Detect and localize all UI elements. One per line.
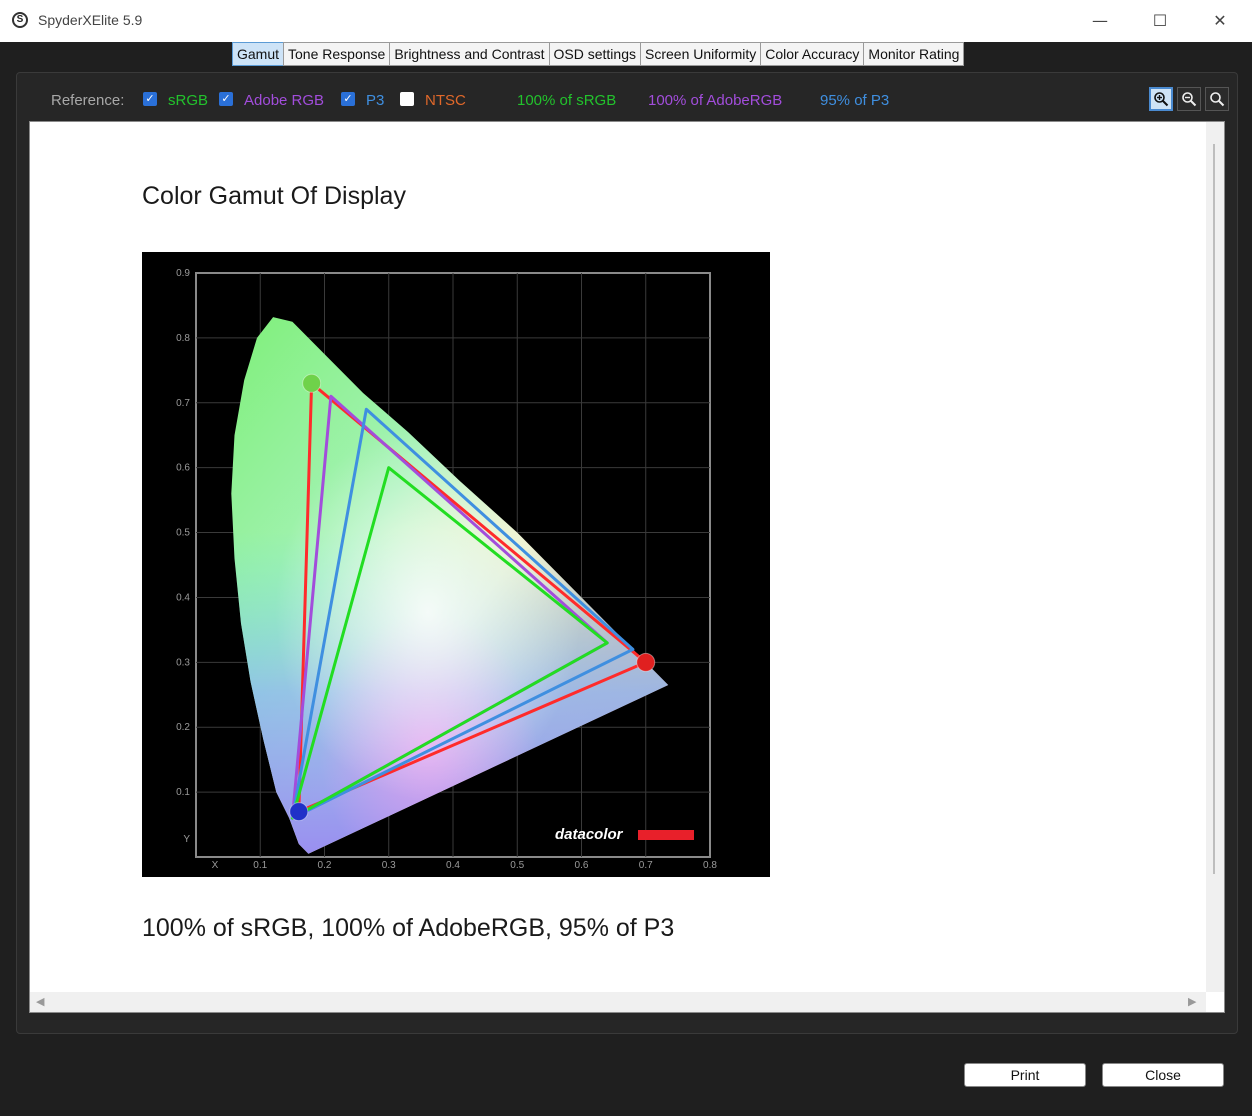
x-tick-label: 0.2 xyxy=(318,860,332,871)
zoom-out-icon xyxy=(1182,92,1197,107)
primary-point-1 xyxy=(636,652,656,672)
x-tick-label: 0.3 xyxy=(382,860,396,871)
tab-color-accuracy[interactable]: Color Accuracy xyxy=(760,42,865,66)
y-tick-label: 0.6 xyxy=(176,463,190,474)
minimize-icon[interactable]: — xyxy=(1077,6,1123,36)
x-tick-label: 0.4 xyxy=(446,860,460,871)
x-tick-label: 0.6 xyxy=(575,860,589,871)
vertical-scroll-thumb[interactable] xyxy=(1213,144,1215,874)
p3-result: 95% of P3 xyxy=(820,92,890,109)
ntsc-checkbox[interactable] xyxy=(400,92,414,106)
y-tick-label: 0.8 xyxy=(176,333,190,344)
x-tick-label: 0.7 xyxy=(639,860,653,871)
zoom-in-button[interactable] xyxy=(1149,87,1173,111)
tab-tone-response[interactable]: Tone Response xyxy=(283,42,391,66)
y-tick-label: 0.4 xyxy=(176,592,190,603)
x-tick-label: 0.5 xyxy=(510,860,524,871)
tab-screen-uniformity[interactable]: Screen Uniformity xyxy=(640,42,762,66)
tab-list: Gamut Tone Response Brightness and Contr… xyxy=(232,42,965,66)
datacolor-logo-bar xyxy=(638,830,694,840)
y-tick-label: 0.7 xyxy=(176,398,190,409)
tab-osd-settings[interactable]: OSD settings xyxy=(548,42,641,66)
p3-label: P3 xyxy=(366,92,385,109)
app-logo-icon: S xyxy=(12,12,28,28)
srgb-label: sRGB xyxy=(168,92,209,109)
y-tick-label: 0.1 xyxy=(176,787,190,798)
horizontal-scrollbar[interactable]: ◀ ▶ xyxy=(30,992,1206,1012)
p3-checkbox[interactable]: ✓ xyxy=(341,92,355,106)
scroll-left-icon[interactable]: ◀ xyxy=(36,995,44,1008)
window-title: SpyderXElite 5.9 xyxy=(38,12,143,28)
primary-point-2 xyxy=(289,802,309,822)
x-tick-label: 0.8 xyxy=(703,860,717,871)
vertical-scrollbar[interactable] xyxy=(1206,122,1224,992)
datacolor-watermark: datacolor xyxy=(555,826,624,843)
maximize-icon[interactable]: ☐ xyxy=(1137,6,1183,36)
title-bar: S SpyderXElite 5.9 — ☐ ✕ xyxy=(0,0,1252,43)
srgb-result: 100% of sRGB xyxy=(517,92,617,109)
tab-brightness-contrast[interactable]: Brightness and Contrast xyxy=(389,42,550,66)
adobe-rgb-checkbox[interactable]: ✓ xyxy=(219,92,233,106)
report-title: Color Gamut Of Display xyxy=(142,182,406,210)
scroll-right-icon[interactable]: ▶ xyxy=(1188,995,1196,1008)
zoom-controls xyxy=(1149,87,1229,111)
tab-bar: Gamut Tone Response Brightness and Contr… xyxy=(0,42,1252,68)
primary-point-0 xyxy=(302,373,322,393)
adobe-rgb-label: Adobe RGB xyxy=(244,92,325,109)
x-axis-label: X xyxy=(212,860,219,871)
y-axis-label: Y xyxy=(183,834,190,845)
print-button[interactable]: Print xyxy=(964,1063,1086,1087)
gamut-chart-svg: 0.1 0.2 0.3 0.4 0.5 0.6 0.7 0.8 0.1 0.2 0.3 0.4 0.5 0… xyxy=(176,268,717,871)
gamut-chart: 0.1 0.2 0.3 0.4 0.5 0.6 0.7 0.8 0.1 0.2 0.3 0.4 0.5 0… xyxy=(142,252,770,877)
y-tick-label: 0.3 xyxy=(176,657,190,668)
y-tick-label: 0.2 xyxy=(176,722,190,733)
srgb-checkbox[interactable]: ✓ xyxy=(143,92,157,106)
tab-monitor-rating[interactable]: Monitor Rating xyxy=(863,42,965,66)
gamut-summary: 100% of sRGB, 100% of AdobeRGB, 95% of P… xyxy=(142,914,675,942)
zoom-fit-button[interactable] xyxy=(1205,87,1229,111)
y-tick-label: 0.5 xyxy=(176,528,190,539)
ntsc-label: NTSC xyxy=(425,92,466,109)
zoom-out-button[interactable] xyxy=(1177,87,1201,111)
zoom-in-icon xyxy=(1154,92,1169,107)
adobe-rgb-result: 100% of AdobeRGB xyxy=(648,92,783,109)
y-tick-label: 0.9 xyxy=(176,268,190,279)
reference-label: Reference: xyxy=(51,92,125,109)
close-icon[interactable]: ✕ xyxy=(1197,6,1243,36)
zoom-fit-icon xyxy=(1210,92,1225,107)
close-button[interactable]: Close xyxy=(1102,1063,1224,1087)
report-view[interactable]: Color Gamut Of Display 0.1 0.2 0.3 0.4 0… xyxy=(29,121,1225,1013)
x-tick-label: 0.1 xyxy=(253,860,267,871)
tab-gamut[interactable]: Gamut xyxy=(232,42,285,66)
main-panel: Reference: ✓ sRGB ✓ Adobe RGB ✓ P3 NTSC … xyxy=(16,72,1238,1034)
